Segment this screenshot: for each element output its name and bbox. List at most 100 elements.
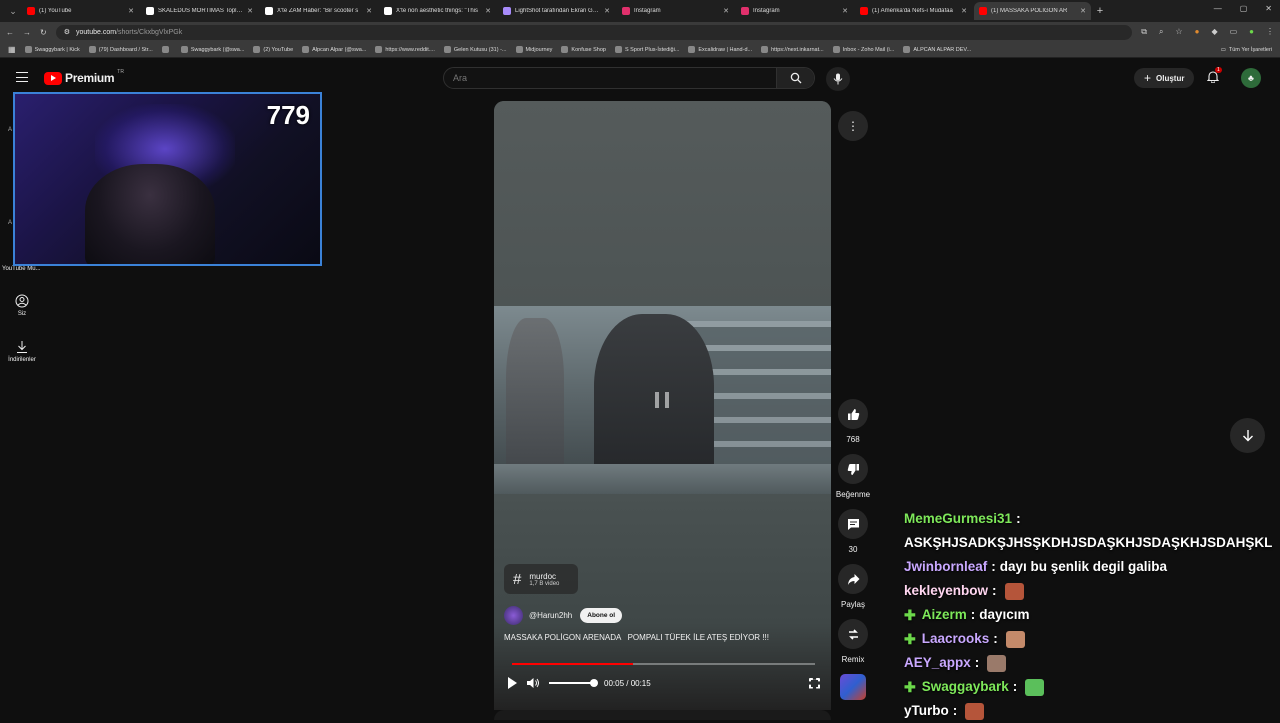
bookmark-item[interactable]: (79) Dashboard / Str... [88, 46, 153, 53]
bookmark-label: Swaggybark (@swa... [190, 46, 245, 53]
tab-close-icon[interactable]: ✕ [1080, 7, 1086, 15]
sidebar-item-downloads[interactable]: İndirilenler [0, 340, 44, 363]
volume-icon[interactable] [526, 677, 540, 689]
notifications-button[interactable]: 1 [1206, 67, 1222, 88]
browser-tab[interactable]: (1) YouTube ✕ [22, 2, 139, 20]
bookmark-star-icon[interactable]: ☆ [1175, 27, 1182, 37]
subscribe-button[interactable]: Abone ol [580, 608, 623, 623]
browser-tab[interactable]: SKALEDUS MORTIMAS Topluluk ✕ [141, 2, 258, 20]
profile-icon[interactable]: ● [1249, 27, 1254, 37]
fullscreen-icon[interactable] [809, 677, 820, 689]
zoom-icon[interactable]: ⌕ [1159, 27, 1163, 37]
maximize-icon[interactable]: ▢ [1240, 4, 1248, 13]
bookmark-label: Midjourney [525, 46, 553, 53]
next-short-preview [494, 710, 831, 720]
reload-icon[interactable]: ↻ [40, 28, 47, 37]
tab-favicon-icon [503, 7, 511, 15]
progress-bar[interactable] [512, 663, 815, 665]
microphone-icon [833, 73, 843, 85]
all-bookmarks[interactable]: ▭ Tüm Yer İşaretleri [1221, 47, 1272, 53]
extension-icon[interactable]: ● [1195, 27, 1200, 37]
video-frame[interactable] [494, 306, 831, 494]
channel-avatar[interactable] [504, 606, 523, 625]
menu-icon[interactable] [16, 72, 28, 82]
search-button[interactable] [776, 68, 814, 88]
browser-tab[interactable]: Instagram ✕ [736, 2, 853, 20]
hashtag-chip[interactable]: # murdoc 1,7 B video [504, 564, 578, 594]
channel-name[interactable]: @Harun2hh [529, 611, 572, 620]
browser-menu-icon[interactable]: ⋮ [1266, 27, 1274, 37]
video-floor [494, 464, 831, 494]
comments-button[interactable]: 30 [831, 509, 875, 554]
tab-close-icon[interactable]: ✕ [961, 7, 967, 15]
close-window-icon[interactable]: ✕ [1265, 4, 1272, 13]
sidepanel-icon[interactable]: ▭ [1230, 27, 1238, 37]
chat-message: yTurbo: [904, 699, 1280, 723]
tab-close-icon[interactable]: ✕ [723, 7, 729, 15]
next-video-button[interactable] [1230, 418, 1265, 453]
bookmark-item[interactable]: Midjourney [515, 46, 553, 53]
minimize-icon[interactable]: — [1214, 4, 1222, 13]
bookmark-item[interactable]: ALPCAN ALPAR DEV... [903, 46, 971, 53]
browser-tab[interactable]: (1) Amerika'da Nefs-i Müdafaa ✕ [855, 2, 972, 20]
forward-icon[interactable]: → [23, 28, 31, 37]
volume-slider[interactable] [549, 679, 598, 687]
bookmark-item[interactable]: Gelen Kutusu (31) -... [443, 46, 507, 53]
bookmark-item[interactable]: S Sport Plus-İstediği... [614, 46, 679, 53]
browser-tab[interactable]: LightShot tarafından Ekran Görü ✕ [498, 2, 615, 20]
bookmark-item[interactable]: Swaggybark (@swa... [180, 46, 245, 53]
bookmark-item[interactable] [161, 46, 172, 53]
url-field[interactable]: ⚙ youtube.com/shorts/CkxbgVlxPGk [55, 24, 1133, 40]
browser-tab[interactable]: (1) MASSAKA POLİGON AR ✕ [974, 2, 1091, 20]
play-button[interactable] [508, 677, 517, 689]
tab-favicon-icon [860, 7, 868, 15]
bookmark-label: Alpcan Alpar (@swa... [312, 46, 367, 53]
sidebar-item-you[interactable]: Siz [0, 294, 44, 317]
tab-close-icon[interactable]: ✕ [485, 7, 491, 15]
like-button[interactable]: 768 [831, 399, 875, 444]
search-input[interactable] [444, 73, 776, 83]
create-button[interactable]: + Oluştur [1134, 68, 1195, 88]
bookmark-item[interactable]: Alpcan Alpar (@swa... [302, 46, 366, 53]
back-icon[interactable]: ← [6, 28, 14, 37]
browser-tab[interactable]: X'te ZAM Haber: "Bir scooter s ✕ [260, 2, 377, 20]
bookmark-item[interactable]: (2) YouTube [253, 46, 293, 53]
chat-emote-icon [1004, 582, 1024, 600]
remix-button[interactable]: Remix [831, 619, 875, 664]
chat-username: MemeGurmesi31 [904, 511, 1013, 526]
tab-close-icon[interactable]: ✕ [128, 7, 134, 15]
plus-icon: + [1144, 71, 1152, 85]
volume-knob[interactable] [590, 679, 598, 687]
bookmark-item[interactable]: Swaggybark | Kick [24, 46, 80, 53]
extensions-puzzle-icon[interactable]: ◆ [1211, 27, 1217, 37]
browser-tab[interactable]: X'te non aesthetic things: "This ✕ [379, 2, 496, 20]
bookmark-item[interactable]: https://www.reddit.... [375, 46, 435, 53]
tab-close-icon[interactable]: ✕ [604, 7, 610, 15]
sidebar-item-youtube-music[interactable]: YouTube Mu... [2, 266, 41, 272]
voice-search-button[interactable] [826, 67, 850, 91]
browser-tab[interactable]: Instagram ✕ [617, 2, 734, 20]
share-button[interactable]: Paylaş [831, 564, 875, 609]
tab-close-icon[interactable]: ✕ [842, 7, 848, 15]
chat-message: Jwinbornleaf: dayı bu şenlik degil galiba [904, 555, 1280, 579]
new-tab-button[interactable]: + [1093, 5, 1107, 17]
apps-icon[interactable]: ▦ [8, 45, 16, 54]
tab-close-icon[interactable]: ✕ [247, 7, 253, 15]
sidebar-item-label: İndirilenler [8, 357, 36, 363]
chat-username: yTurbo [904, 703, 949, 718]
install-icon[interactable]: ⧉ [1141, 27, 1147, 37]
chat-separator: : [974, 655, 980, 670]
tab-search-icon[interactable]: ⌄ [6, 4, 20, 18]
video-title[interactable]: MASSAKA POLİGON ARENADA POMPALI TÜFEK İL… [504, 633, 769, 642]
account-avatar[interactable]: ♣ [1241, 68, 1261, 88]
site-info-icon[interactable]: ⚙ [64, 28, 70, 36]
more-options-button[interactable]: ⋮ [838, 111, 868, 141]
tab-close-icon[interactable]: ✕ [366, 7, 372, 15]
bookmark-item[interactable]: Konfuse Shop [561, 46, 606, 53]
bookmark-item[interactable]: https://next.inkarnat... [761, 46, 824, 53]
bookmark-item[interactable]: Inbox - Zoho Mail (i... [832, 46, 894, 53]
dislike-button[interactable]: Beğenme [831, 454, 875, 499]
sound-thumbnail[interactable] [840, 674, 866, 700]
bookmark-item[interactable]: Excalidraw | Hand-d... [688, 46, 752, 53]
youtube-premium-logo[interactable]: Premium TR [44, 69, 124, 85]
